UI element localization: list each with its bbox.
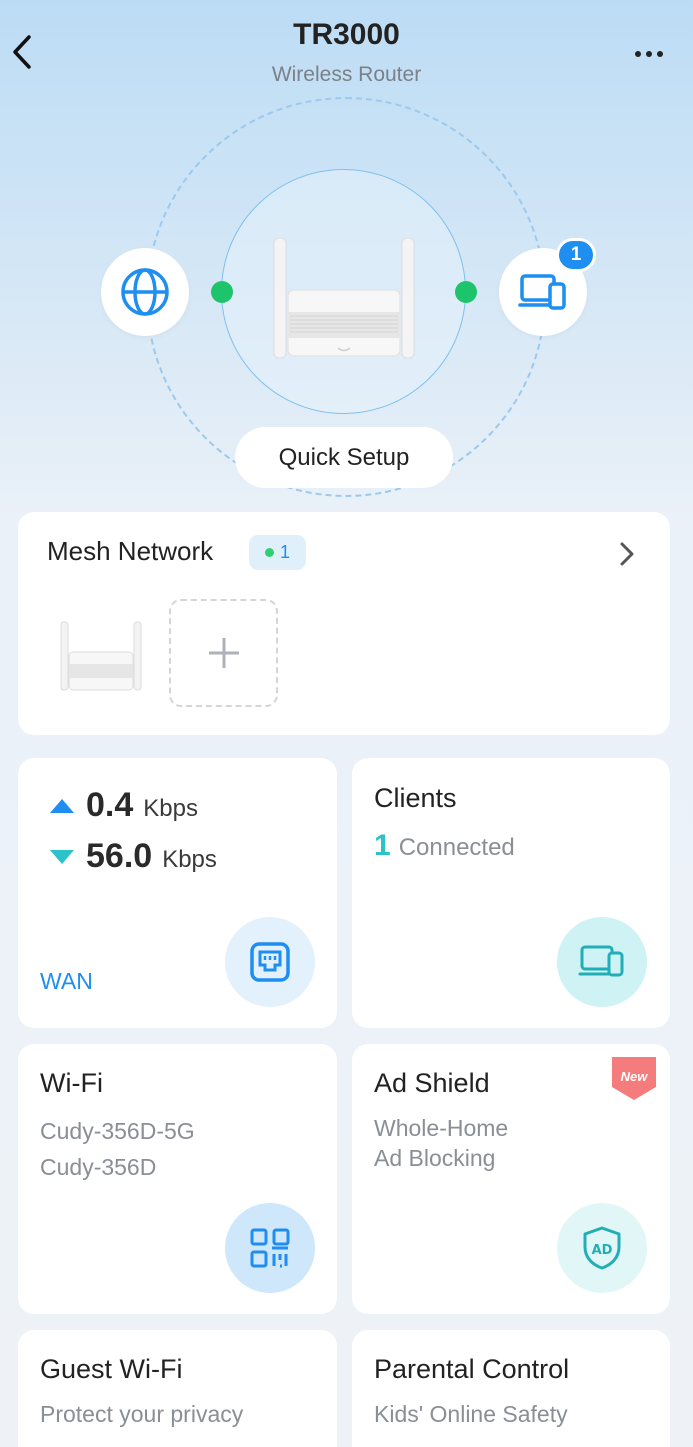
mesh-network-title: Mesh Network [47, 536, 214, 566]
mesh-network-chevron[interactable] [612, 538, 642, 570]
ethernet-port-icon [250, 942, 290, 982]
quick-setup-button[interactable]: Quick Setup [235, 427, 453, 488]
internet-link-status [211, 281, 233, 303]
ad-shield-icon: AD [583, 1226, 621, 1270]
wan-icon-button[interactable] [225, 917, 315, 1007]
svg-text:AD: AD [592, 1243, 613, 1258]
clients-link-status [455, 281, 477, 303]
laptop-phone-icon [578, 945, 624, 977]
globe-icon [121, 268, 169, 316]
more-button[interactable] [622, 38, 676, 70]
clients-title: Clients [374, 783, 457, 813]
page-title: TR3000 [293, 18, 400, 51]
download-speed: 56.0 Kbps [48, 837, 217, 876]
chevron-right-icon [620, 542, 634, 566]
wifi-ssid-2g: Cudy-356D [40, 1154, 157, 1180]
guest-wifi-title: Guest Wi-Fi [40, 1354, 183, 1384]
mesh-online-count: 1 [279, 542, 290, 562]
guest-wifi-subtitle: Protect your privacy [40, 1401, 244, 1427]
router-image[interactable] [268, 232, 420, 369]
clients-count: 1 [374, 829, 391, 862]
new-badge: New [612, 1057, 656, 1100]
online-dot-icon [264, 548, 274, 557]
upload-value: 0.4 [86, 786, 134, 824]
ad-shield-subtitle-line2: Ad Blocking [374, 1145, 496, 1171]
wifi-title: Wi-Fi [40, 1068, 103, 1098]
new-badge-label: New [620, 1069, 648, 1084]
mesh-node-router[interactable] [58, 618, 144, 697]
page-subtitle: Wireless Router [271, 63, 422, 86]
clients-connected: 1 Connected [374, 829, 515, 863]
wifi-qr-button[interactable] [225, 1203, 315, 1293]
parental-control-title: Parental Control [374, 1354, 570, 1384]
qr-code-icon [250, 1228, 290, 1268]
download-value: 56.0 [86, 837, 153, 875]
plus-icon [208, 638, 239, 668]
ad-shield-icon-button[interactable]: AD [557, 1203, 647, 1293]
clients-icon-button[interactable] [557, 917, 647, 1007]
mesh-online-badge: 1 [249, 535, 306, 570]
internet-node-button[interactable] [101, 248, 189, 336]
ad-shield-title: Ad Shield [374, 1068, 490, 1098]
upload-arrow-icon [50, 798, 74, 813]
download-arrow-icon [50, 849, 74, 864]
devices-icon [518, 274, 566, 310]
upload-unit: Kbps [143, 795, 198, 822]
wifi-ssid-5g: Cudy-356D-5G [40, 1118, 195, 1144]
clients-status: Connected [398, 834, 515, 861]
add-mesh-node-button[interactable] [169, 599, 278, 707]
clients-count-badge: 1 [556, 238, 596, 272]
more-icon [635, 51, 641, 57]
parental-control-subtitle: Kids' Online Safety [374, 1401, 568, 1427]
download-unit: Kbps [162, 846, 217, 873]
upload-speed: 0.4 Kbps [48, 786, 198, 825]
wan-label: WAN [40, 968, 93, 994]
